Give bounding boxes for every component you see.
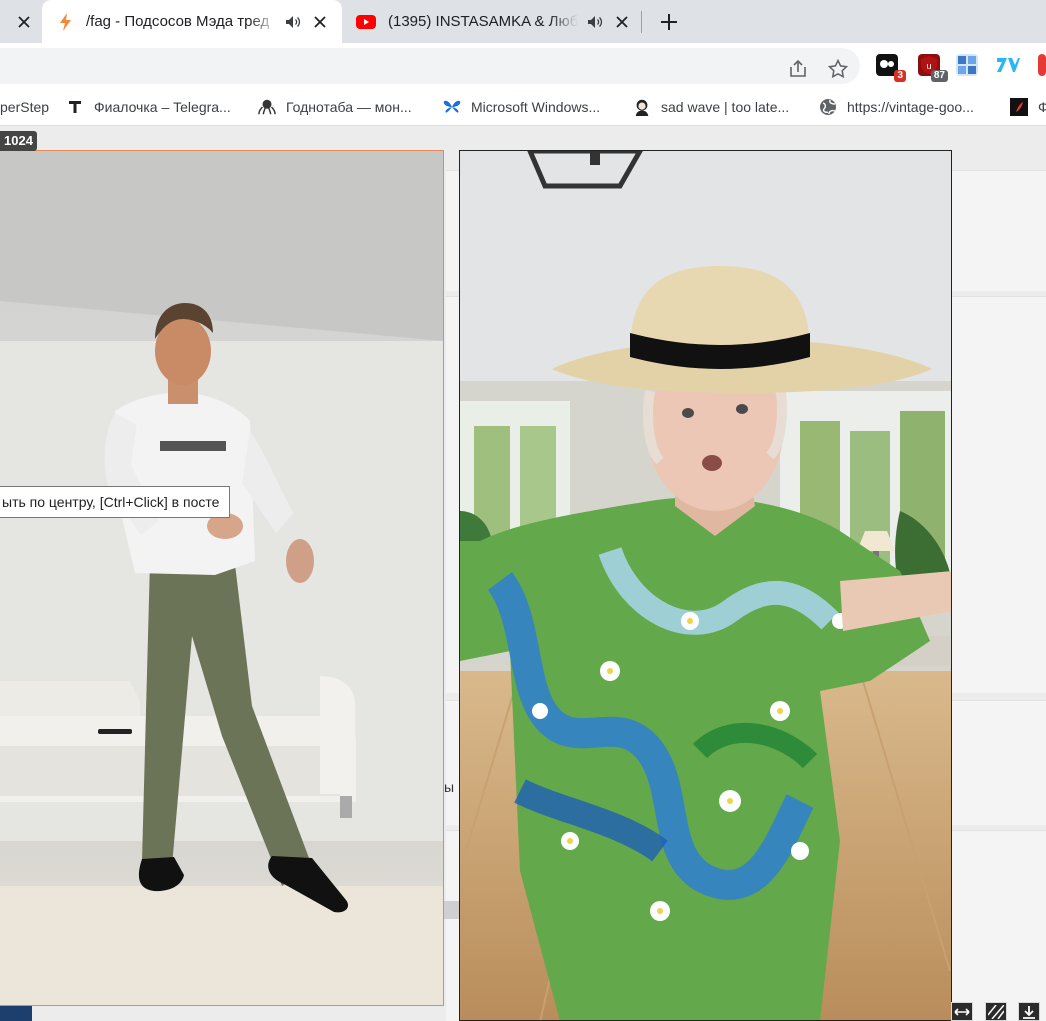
extension-badge: 3 (894, 70, 906, 82)
butterfly-icon (443, 98, 461, 116)
bookmark-microsoft[interactable]: Microsoft Windows... (443, 95, 600, 119)
globe-icon (819, 98, 837, 116)
bookmark-label: Годнотаба — мон... (286, 99, 412, 115)
7tv-icon (997, 58, 1020, 72)
media-viewer-left[interactable]: ыть по центру, [Ctrl+Click] в посте (0, 150, 444, 1006)
share-button[interactable] (786, 57, 810, 81)
tab-youtube[interactable]: (1395) INSTASAMKA & Люба (342, 0, 642, 43)
telegraph-icon (66, 98, 84, 116)
red-logo-icon (1010, 98, 1028, 116)
media-viewer-right[interactable] (459, 150, 952, 1021)
post-text-fragment: ы (444, 779, 455, 795)
expand-icon (954, 1007, 970, 1016)
bookmark-label: https://vintage-goo... (847, 99, 974, 115)
tab-title: /fag - Подсосов Мэда тред (86, 13, 270, 30)
close-icon (18, 15, 30, 28)
download-button[interactable] (1018, 1002, 1040, 1021)
extension-partial-button[interactable] (1038, 54, 1046, 76)
plus-icon (661, 14, 677, 30)
video-frame-right (460, 151, 951, 1020)
tab-audio-button[interactable] (284, 13, 302, 31)
speaker-icon (588, 15, 603, 28)
bookmark-label: perStep (0, 99, 50, 115)
extension-ublock-button[interactable]: u 87 (918, 54, 948, 82)
download-icon (1023, 1005, 1035, 1019)
avatar-icon (633, 98, 651, 116)
bookmark-fialochka[interactable]: Фиалочка – Telegra... (66, 95, 231, 119)
extension-1-button[interactable]: 3 (876, 54, 906, 82)
tab-title: (1395) INSTASAMKA & Люба (388, 13, 578, 30)
close-tab-button[interactable] (14, 12, 34, 32)
share-icon (790, 60, 806, 77)
tab-audio-button[interactable] (586, 13, 604, 31)
bookmark-sad-wave[interactable]: sad wave | too late... (633, 95, 789, 119)
resolution-badge: 1024 (0, 131, 37, 151)
tab-strip: /fag - Подсосов Мэда тред (1395) INSTASA… (0, 0, 1046, 43)
bookmark-label: Microsoft Windows... (471, 99, 601, 115)
youtube-icon (356, 14, 376, 29)
status-bar-fragment (0, 1006, 32, 1021)
bookmark-perstep[interactable]: perStep (0, 95, 49, 119)
octopus-icon (258, 98, 276, 116)
tab-separator (641, 11, 642, 33)
bookmark-label: Ф (1038, 99, 1046, 115)
puzzle-image-icon (958, 56, 976, 74)
new-tab-button[interactable] (656, 9, 682, 35)
tab-previous[interactable] (0, 0, 42, 43)
extension-3-button[interactable] (956, 54, 978, 76)
video-frame-left (0, 151, 443, 1005)
bookmark-label: sad wave | too late... (661, 99, 790, 115)
bookmarks-bar: perStep Фиалочка – Telegra... Годнотаба … (0, 89, 1046, 126)
lightning-icon (60, 12, 71, 31)
close-icon (616, 15, 628, 28)
bookmark-godnotaba[interactable]: Годнотаба — мон... (258, 95, 412, 119)
close-icon (314, 15, 326, 28)
pattern-toggle-button[interactable] (985, 1002, 1007, 1021)
close-tab-button[interactable] (612, 12, 632, 32)
address-bar[interactable] (0, 48, 860, 84)
close-tab-button[interactable] (310, 12, 330, 32)
fit-screen-button[interactable] (951, 1002, 973, 1021)
stripes-icon (988, 1004, 1004, 1019)
bookmark-vintage[interactable]: https://vintage-goo... (819, 95, 974, 119)
bookmark-label: Фиалочка – Telegra... (94, 99, 231, 115)
viewer-tooltip: ыть по центру, [Ctrl+Click] в посте (0, 486, 231, 518)
extension-7tv-button[interactable] (996, 54, 1020, 76)
divider (444, 901, 460, 919)
extension-badge: 87 (930, 70, 948, 82)
bookmark-star-button[interactable] (826, 57, 850, 81)
tab-fag-thread[interactable]: /fag - Подсосов Мэда тред (42, 0, 342, 43)
speaker-icon (286, 15, 301, 28)
thread-page: ы ыть по центру, [Ctrl+Click] в посте 10… (0, 126, 1046, 1021)
browser-toolbar: 3 u 87 (0, 43, 1046, 89)
svg-text:u: u (926, 61, 931, 71)
star-icon (828, 59, 848, 79)
bookmark-red-logo[interactable]: Ф (1010, 95, 1046, 119)
